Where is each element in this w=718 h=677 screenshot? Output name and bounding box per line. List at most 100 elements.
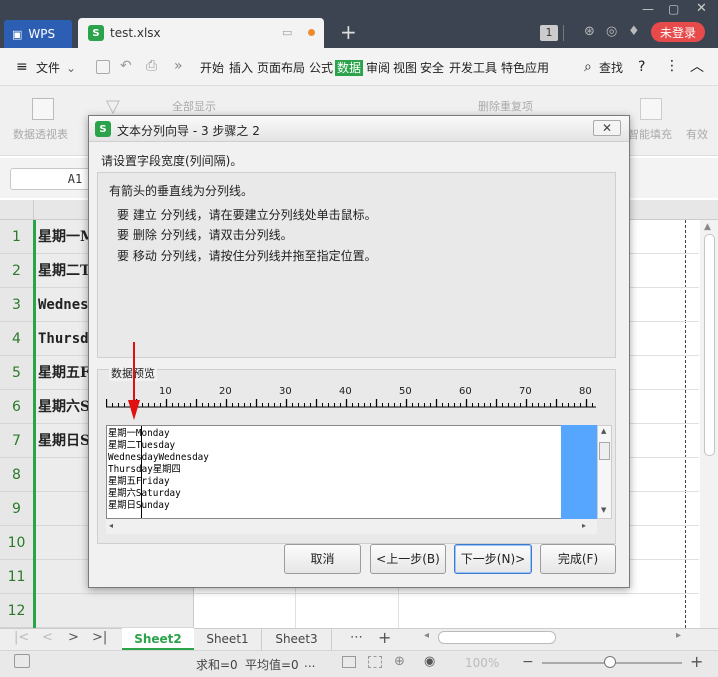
instruction-create: 要 建立 分列线，请在要建立分列线处单击鼠标。 (117, 208, 377, 222)
collapse-ribbon-icon[interactable]: ︿ (690, 59, 704, 75)
chevron-down-icon[interactable]: ⌄ (66, 60, 76, 76)
row-header[interactable]: 6 (0, 390, 34, 424)
preview-text-area[interactable]: 星期一Monday 星期二Tuesday WednesdayWednesday … (106, 425, 562, 519)
instructions-panel (97, 172, 616, 358)
row-header[interactable]: 7 (0, 424, 34, 458)
hamburger-icon[interactable]: ≡ (16, 59, 28, 75)
zoom-out-icon[interactable]: − (522, 654, 534, 670)
smart-fill-icon[interactable] (640, 98, 662, 120)
new-tab-button[interactable]: + (340, 22, 357, 42)
login-button[interactable]: 未登录 (651, 22, 705, 42)
preview-vertical-scrollbar[interactable]: ▲ ▼ (597, 425, 612, 519)
scroll-up-icon[interactable]: ▲ (704, 222, 711, 232)
search-icon[interactable]: ⌕ (584, 59, 592, 75)
vertical-scroll-thumb[interactable] (704, 234, 715, 456)
column-break-line[interactable] (141, 426, 142, 518)
preview-scroll-thumb[interactable] (599, 442, 610, 460)
row-header[interactable]: 11 (0, 560, 34, 594)
minimize-icon[interactable]: — (642, 2, 654, 16)
row-header[interactable]: 8 (0, 458, 34, 492)
search-button[interactable]: 查找 (599, 60, 623, 76)
add-sheet-icon[interactable]: + (378, 628, 391, 647)
hscroll-left-icon[interactable]: ◂ (424, 630, 429, 641)
row-header[interactable]: 12 (0, 594, 34, 628)
remove-duplicates-button[interactable]: 删除重复项 (478, 98, 533, 114)
zoom-level[interactable]: 100% (465, 656, 499, 670)
row-header[interactable]: 5 (0, 356, 34, 390)
preview-horizontal-scrollbar[interactable]: ◂ ▸ (106, 519, 597, 534)
layout-icon[interactable] (563, 25, 564, 41)
more-options-icon[interactable]: ⋮ (665, 58, 679, 74)
more-icon[interactable]: » (174, 58, 183, 74)
pivot-table-icon[interactable] (32, 98, 54, 120)
help-icon[interactable]: ? (638, 59, 645, 75)
select-all-corner[interactable] (0, 200, 34, 220)
shirt-icon[interactable]: ♦ (628, 24, 640, 39)
cell[interactable] (34, 594, 193, 628)
prev-sheet-icon[interactable]: < (42, 630, 53, 645)
next-button[interactable]: 下一步(N)> (454, 544, 532, 574)
eye-protect-icon[interactable]: ◉ (424, 654, 435, 669)
scroll-up-icon[interactable]: ▲ (601, 427, 606, 435)
undo-icon[interactable]: ↶ (120, 58, 132, 74)
hscroll-right-icon[interactable]: ▸ (676, 630, 681, 641)
page-break-view-icon[interactable] (368, 656, 382, 668)
save-icon[interactable] (96, 60, 110, 74)
sheet-tab-sheet3[interactable]: Sheet3 (262, 628, 332, 650)
tab-wps-label: WPS (28, 27, 56, 41)
page-break-line (685, 220, 686, 628)
menu-page-layout[interactable]: 页面布局 (257, 60, 305, 76)
menu-review[interactable]: 审阅 (366, 60, 390, 76)
menu-special[interactable]: 特色应用 (501, 60, 549, 76)
menu-security[interactable]: 安全 (420, 60, 444, 76)
dialog-close-button[interactable]: ✕ (593, 120, 621, 136)
pivot-table-button[interactable]: 数据透视表 (13, 126, 68, 142)
menu-file[interactable]: 文件 (36, 60, 60, 76)
menu-developer[interactable]: 开发工具 (449, 60, 497, 76)
normal-view-icon[interactable] (342, 656, 356, 668)
filter-icon[interactable]: ▽ (106, 96, 120, 117)
print-icon[interactable]: ⎙ (146, 58, 157, 74)
settings-icon[interactable] (14, 654, 30, 668)
dialog-title-bar[interactable]: S 文本分列向导 - 3 步骤之 2 ✕ (89, 116, 629, 142)
show-all-button[interactable]: 全部显示 (172, 98, 216, 114)
next-sheet-icon[interactable]: > (68, 630, 79, 645)
close-icon[interactable]: ✕ (696, 1, 707, 16)
scroll-down-icon[interactable]: ▼ (601, 506, 606, 514)
menu-view[interactable]: 视图 (393, 60, 417, 76)
more-sheets-icon[interactable]: ⋯ (350, 630, 363, 645)
skin-icon[interactable]: ◎ (606, 24, 617, 39)
row-header[interactable]: 4 (0, 322, 34, 356)
share-icon[interactable]: ⊛ (584, 24, 595, 39)
tab-document[interactable]: S test.xlsx ▭ (78, 18, 324, 48)
back-button[interactable]: <上一步(B) (370, 544, 446, 574)
first-sheet-icon[interactable]: |< (14, 630, 29, 645)
zoom-slider-thumb[interactable] (604, 656, 616, 668)
menu-formula[interactable]: 公式 (309, 60, 333, 76)
horizontal-scroll-thumb[interactable] (438, 631, 556, 644)
scroll-left-icon[interactable]: ◂ (109, 521, 113, 530)
menu-home[interactable]: 开始 (200, 60, 224, 76)
row-header[interactable]: 1 (0, 220, 34, 254)
row-header[interactable]: 3 (0, 288, 34, 322)
page-count-badge[interactable]: 1 (540, 25, 558, 41)
monitor-icon[interactable]: ▭ (282, 26, 292, 39)
last-sheet-icon[interactable]: >| (92, 630, 107, 645)
status-more[interactable]: ... (304, 656, 315, 670)
validation-button[interactable]: 有效 (686, 126, 708, 142)
menu-insert[interactable]: 插入 (229, 60, 253, 76)
page-layout-view-icon[interactable]: ⊕ (394, 654, 405, 669)
smart-fill-button[interactable]: 智能填充 (628, 126, 672, 142)
sheet-tab-sheet2[interactable]: Sheet2 (122, 628, 194, 650)
row-header[interactable]: 2 (0, 254, 34, 288)
row-header[interactable]: 10 (0, 526, 34, 560)
scroll-right-icon[interactable]: ▸ (582, 521, 586, 530)
zoom-in-icon[interactable]: + (690, 652, 703, 671)
maximize-icon[interactable]: ▢ (668, 2, 679, 16)
row-header[interactable]: 9 (0, 492, 34, 526)
sheet-tab-sheet1[interactable]: Sheet1 (194, 628, 262, 650)
cancel-button[interactable]: 取消 (284, 544, 361, 574)
menu-data[interactable]: 数据 (335, 60, 364, 76)
finish-button[interactable]: 完成(F) (540, 544, 616, 574)
tab-wps-home[interactable]: ▣ WPS (4, 20, 72, 48)
